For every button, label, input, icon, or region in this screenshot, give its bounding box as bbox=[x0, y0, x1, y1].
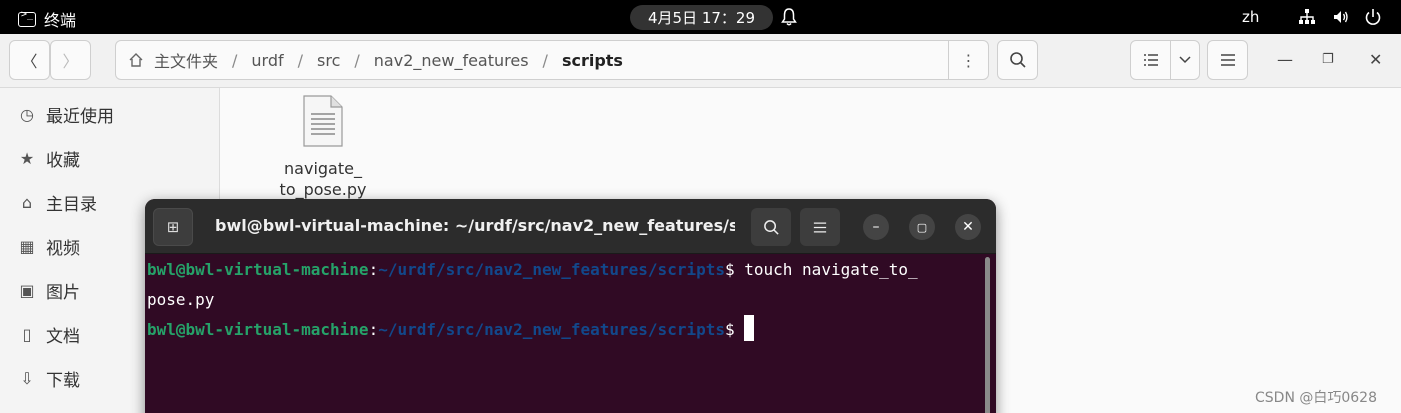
clock[interactable]: 4月5日 17：29 bbox=[630, 5, 773, 30]
minimize-icon[interactable]: — bbox=[1277, 50, 1293, 69]
sidebar-item-label: 主目录 bbox=[46, 194, 97, 215]
restore-icon[interactable]: ❐ bbox=[1322, 52, 1334, 67]
search-icon bbox=[1009, 52, 1026, 68]
sidebar-item-label: 文档 bbox=[46, 326, 80, 347]
search-icon bbox=[763, 219, 779, 235]
path-segment-src[interactable]: src bbox=[313, 51, 344, 70]
terminal-output[interactable]: bwl@bwl-virtual-machine:~/urdf/src/nav2_… bbox=[145, 255, 996, 345]
terminal-window[interactable]: ⊞ bwl@bwl-virtual-machine: ~/urdf/src/na… bbox=[145, 199, 996, 413]
terminal-minimize-button[interactable]: – bbox=[863, 214, 889, 240]
chevron-down-icon bbox=[1179, 56, 1191, 64]
text-file-icon bbox=[303, 95, 343, 147]
terminal-maximize-button[interactable]: ▢ bbox=[909, 214, 935, 240]
list-view-icon bbox=[1143, 54, 1158, 66]
document-icon: ▯ bbox=[22, 324, 32, 344]
view-options-button[interactable] bbox=[1170, 40, 1200, 80]
terminal-line: bwl@bwl-virtual-machine:~/urdf/src/nav2_… bbox=[147, 315, 994, 345]
terminal-scrollbar[interactable] bbox=[985, 257, 990, 413]
terminal-title: bwl@bwl-virtual-machine: ~/urdf/src/nav2… bbox=[215, 216, 735, 235]
image-icon: ▣ bbox=[19, 280, 35, 300]
network-icon[interactable] bbox=[1298, 8, 1316, 26]
home-icon: ⌂ bbox=[21, 192, 33, 212]
path-separator: / bbox=[354, 50, 360, 70]
top-bar: 终端 4月5日 17：29 zh bbox=[0, 0, 1401, 34]
hamburger-icon bbox=[813, 221, 827, 233]
text-cursor bbox=[744, 315, 755, 341]
prompt-symbol: $ bbox=[724, 260, 745, 279]
path-bar: 主文件夹 / urdf / src / nav2_new_features / … bbox=[115, 40, 989, 80]
terminal-line: pose.py bbox=[147, 285, 994, 315]
sidebar-item-label: 最近使用 bbox=[46, 106, 114, 127]
terminal-menu-button[interactable] bbox=[800, 208, 840, 246]
file-name-line: navigate_ bbox=[284, 159, 362, 178]
power-icon[interactable] bbox=[1364, 8, 1382, 26]
chevron-left-icon: 〈 bbox=[21, 52, 38, 71]
search-button[interactable] bbox=[997, 40, 1038, 80]
terminal-header: ⊞ bwl@bwl-virtual-machine: ~/urdf/src/na… bbox=[145, 199, 996, 254]
hamburger-icon bbox=[1220, 54, 1235, 66]
prompt-user: bwl@bwl-virtual-machine bbox=[147, 320, 369, 339]
path-separator: / bbox=[297, 50, 304, 70]
prompt-symbol: $ bbox=[724, 320, 745, 339]
terminal-close-button[interactable]: ✕ bbox=[955, 214, 981, 240]
new-tab-button[interactable]: ⊞ bbox=[153, 208, 193, 246]
download-icon: ⇩ bbox=[20, 368, 34, 388]
close-icon: ✕ bbox=[962, 219, 974, 235]
watermark: CSDN @白巧0628 bbox=[1255, 390, 1377, 406]
more-vertical-icon: ⋮ bbox=[960, 50, 977, 70]
chevron-right-icon: 〉 bbox=[62, 52, 79, 71]
sidebar-item-starred[interactable]: ★ 收藏 bbox=[18, 146, 80, 171]
file-manager-header: 〈 〉 主文件夹 / urdf / src / nav2_new_feature… bbox=[0, 34, 1401, 88]
path-segment-home[interactable]: 主文件夹 bbox=[150, 48, 222, 72]
sidebar-item-documents[interactable]: ▯ 文档 bbox=[18, 322, 80, 347]
file-name: navigate_ to_pose.py bbox=[277, 158, 369, 200]
sidebar-item-label: 视频 bbox=[46, 238, 80, 259]
path-separator: / bbox=[232, 50, 238, 70]
prompt-colon: : bbox=[368, 260, 379, 279]
close-icon[interactable]: ✕ bbox=[1369, 50, 1382, 69]
sidebar-item-pictures[interactable]: ▣ 图片 bbox=[18, 278, 80, 303]
terminal-search-button[interactable] bbox=[751, 208, 791, 246]
sidebar-item-label: 图片 bbox=[46, 282, 80, 303]
file-item[interactable]: navigate_ to_pose.py bbox=[277, 94, 369, 200]
back-button[interactable]: 〈 bbox=[9, 40, 50, 80]
sidebar-item-home[interactable]: ⌂ 主目录 bbox=[18, 190, 97, 215]
list-view-button[interactable] bbox=[1130, 40, 1171, 80]
sidebar-item-label: 收藏 bbox=[46, 150, 80, 171]
minimize-icon: – bbox=[872, 219, 880, 235]
path-segment-nav2[interactable]: nav2_new_features bbox=[370, 51, 533, 70]
video-icon: ▦ bbox=[19, 236, 35, 256]
command-text: touch navigate_to_ bbox=[744, 260, 918, 279]
file-name-line: to_pose.py bbox=[279, 180, 367, 199]
app-name: 终端 bbox=[44, 11, 77, 30]
datetime: 4月5日 17：29 bbox=[647, 9, 756, 27]
forward-button[interactable]: 〉 bbox=[50, 40, 91, 80]
input-language[interactable]: zh bbox=[1242, 8, 1259, 26]
terminal-icon bbox=[18, 9, 36, 27]
path-separator: / bbox=[542, 50, 548, 70]
maximize-icon: ▢ bbox=[916, 220, 928, 234]
bell-icon[interactable] bbox=[781, 8, 797, 26]
prompt-colon: : bbox=[368, 320, 379, 339]
prompt-user: bwl@bwl-virtual-machine bbox=[147, 260, 369, 279]
path-menu-button[interactable]: ⋮ bbox=[948, 41, 988, 79]
new-tab-icon: ⊞ bbox=[166, 218, 180, 236]
prompt-path: ~/urdf/src/nav2_new_features/scripts bbox=[378, 320, 725, 339]
volume-icon[interactable] bbox=[1332, 8, 1350, 26]
active-app[interactable]: 终端 bbox=[18, 7, 76, 31]
clock-icon: ◷ bbox=[20, 104, 34, 124]
path-segment-urdf[interactable]: urdf bbox=[247, 51, 287, 70]
command-text: pose.py bbox=[147, 290, 215, 309]
terminal-line: bwl@bwl-virtual-machine:~/urdf/src/nav2_… bbox=[147, 255, 994, 285]
sidebar-item-label: 下载 bbox=[46, 370, 80, 391]
sidebar-item-videos[interactable]: ▦ 视频 bbox=[18, 234, 80, 259]
sidebar-item-recent[interactable]: ◷ 最近使用 bbox=[18, 102, 114, 127]
star-icon: ★ bbox=[19, 148, 35, 168]
path-segment-scripts[interactable]: scripts bbox=[558, 51, 627, 70]
sidebar-item-downloads[interactable]: ⇩ 下载 bbox=[18, 366, 80, 391]
prompt-path: ~/urdf/src/nav2_new_features/scripts bbox=[378, 260, 725, 279]
main-menu-button[interactable] bbox=[1207, 40, 1248, 80]
home-icon bbox=[129, 53, 143, 67]
